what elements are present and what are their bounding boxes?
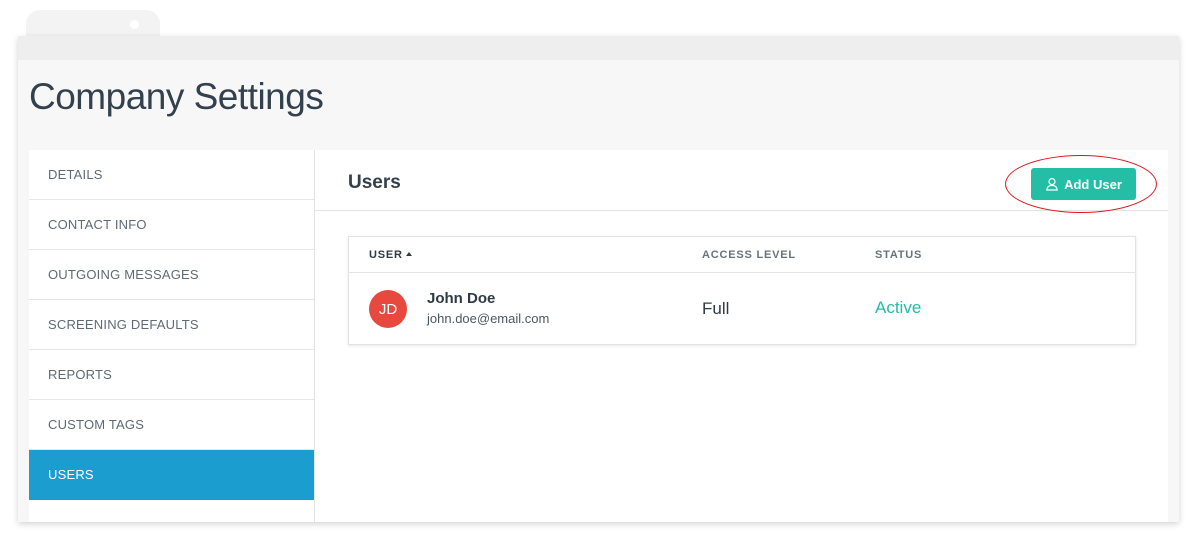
users-panel: Users Add User USER ACCESS LEVEL STATUS … — [315, 150, 1168, 522]
users-table: USER ACCESS LEVEL STATUS JD John Doe joh… — [348, 236, 1136, 345]
column-header-status[interactable]: STATUS — [875, 249, 922, 261]
users-panel-header: Users Add User — [315, 150, 1168, 213]
column-header-user-label: USER — [369, 249, 403, 261]
column-header-access-level[interactable]: ACCESS LEVEL — [702, 249, 796, 261]
add-user-label: Add User — [1064, 176, 1122, 192]
user-icon — [1046, 177, 1058, 191]
add-user-button[interactable]: Add User — [1031, 168, 1136, 200]
sidebar-item-details[interactable]: DETAILS — [29, 150, 314, 200]
sidebar-item-contact-info[interactable]: CONTACT INFO — [29, 200, 314, 250]
window-top-bar — [18, 36, 1179, 60]
table-row[interactable]: JD John Doe john.doe@email.com Full Acti… — [349, 273, 1135, 345]
access-level-value: Full — [702, 299, 730, 318]
table-header: USER ACCESS LEVEL STATUS — [349, 237, 1135, 273]
sidebar-item-screening-defaults[interactable]: SCREENING DEFAULTS — [29, 300, 314, 350]
sidebar-item-outgoing-messages[interactable]: OUTGOING MESSAGES — [29, 250, 314, 300]
sidebar-item-users[interactable]: USERS — [29, 450, 314, 500]
settings-sidebar: DETAILS CONTACT INFO OUTGOING MESSAGES S… — [29, 150, 315, 522]
avatar: JD — [369, 290, 407, 328]
tab-indicator-dot — [130, 20, 139, 29]
status-badge: Active — [875, 298, 922, 317]
user-email: john.doe@email.com — [427, 311, 550, 326]
app-window: Company Settings DETAILS CONTACT INFO OU… — [18, 36, 1179, 522]
page-title: Company Settings — [29, 76, 324, 117]
column-header-user[interactable]: USER — [369, 249, 412, 261]
sidebar-item-reports[interactable]: REPORTS — [29, 350, 314, 400]
sidebar-item-custom-tags[interactable]: CUSTOM TAGS — [29, 400, 314, 450]
user-name: John Doe — [427, 290, 496, 307]
sort-up-icon — [405, 252, 412, 256]
section-title: Users — [348, 172, 401, 193]
